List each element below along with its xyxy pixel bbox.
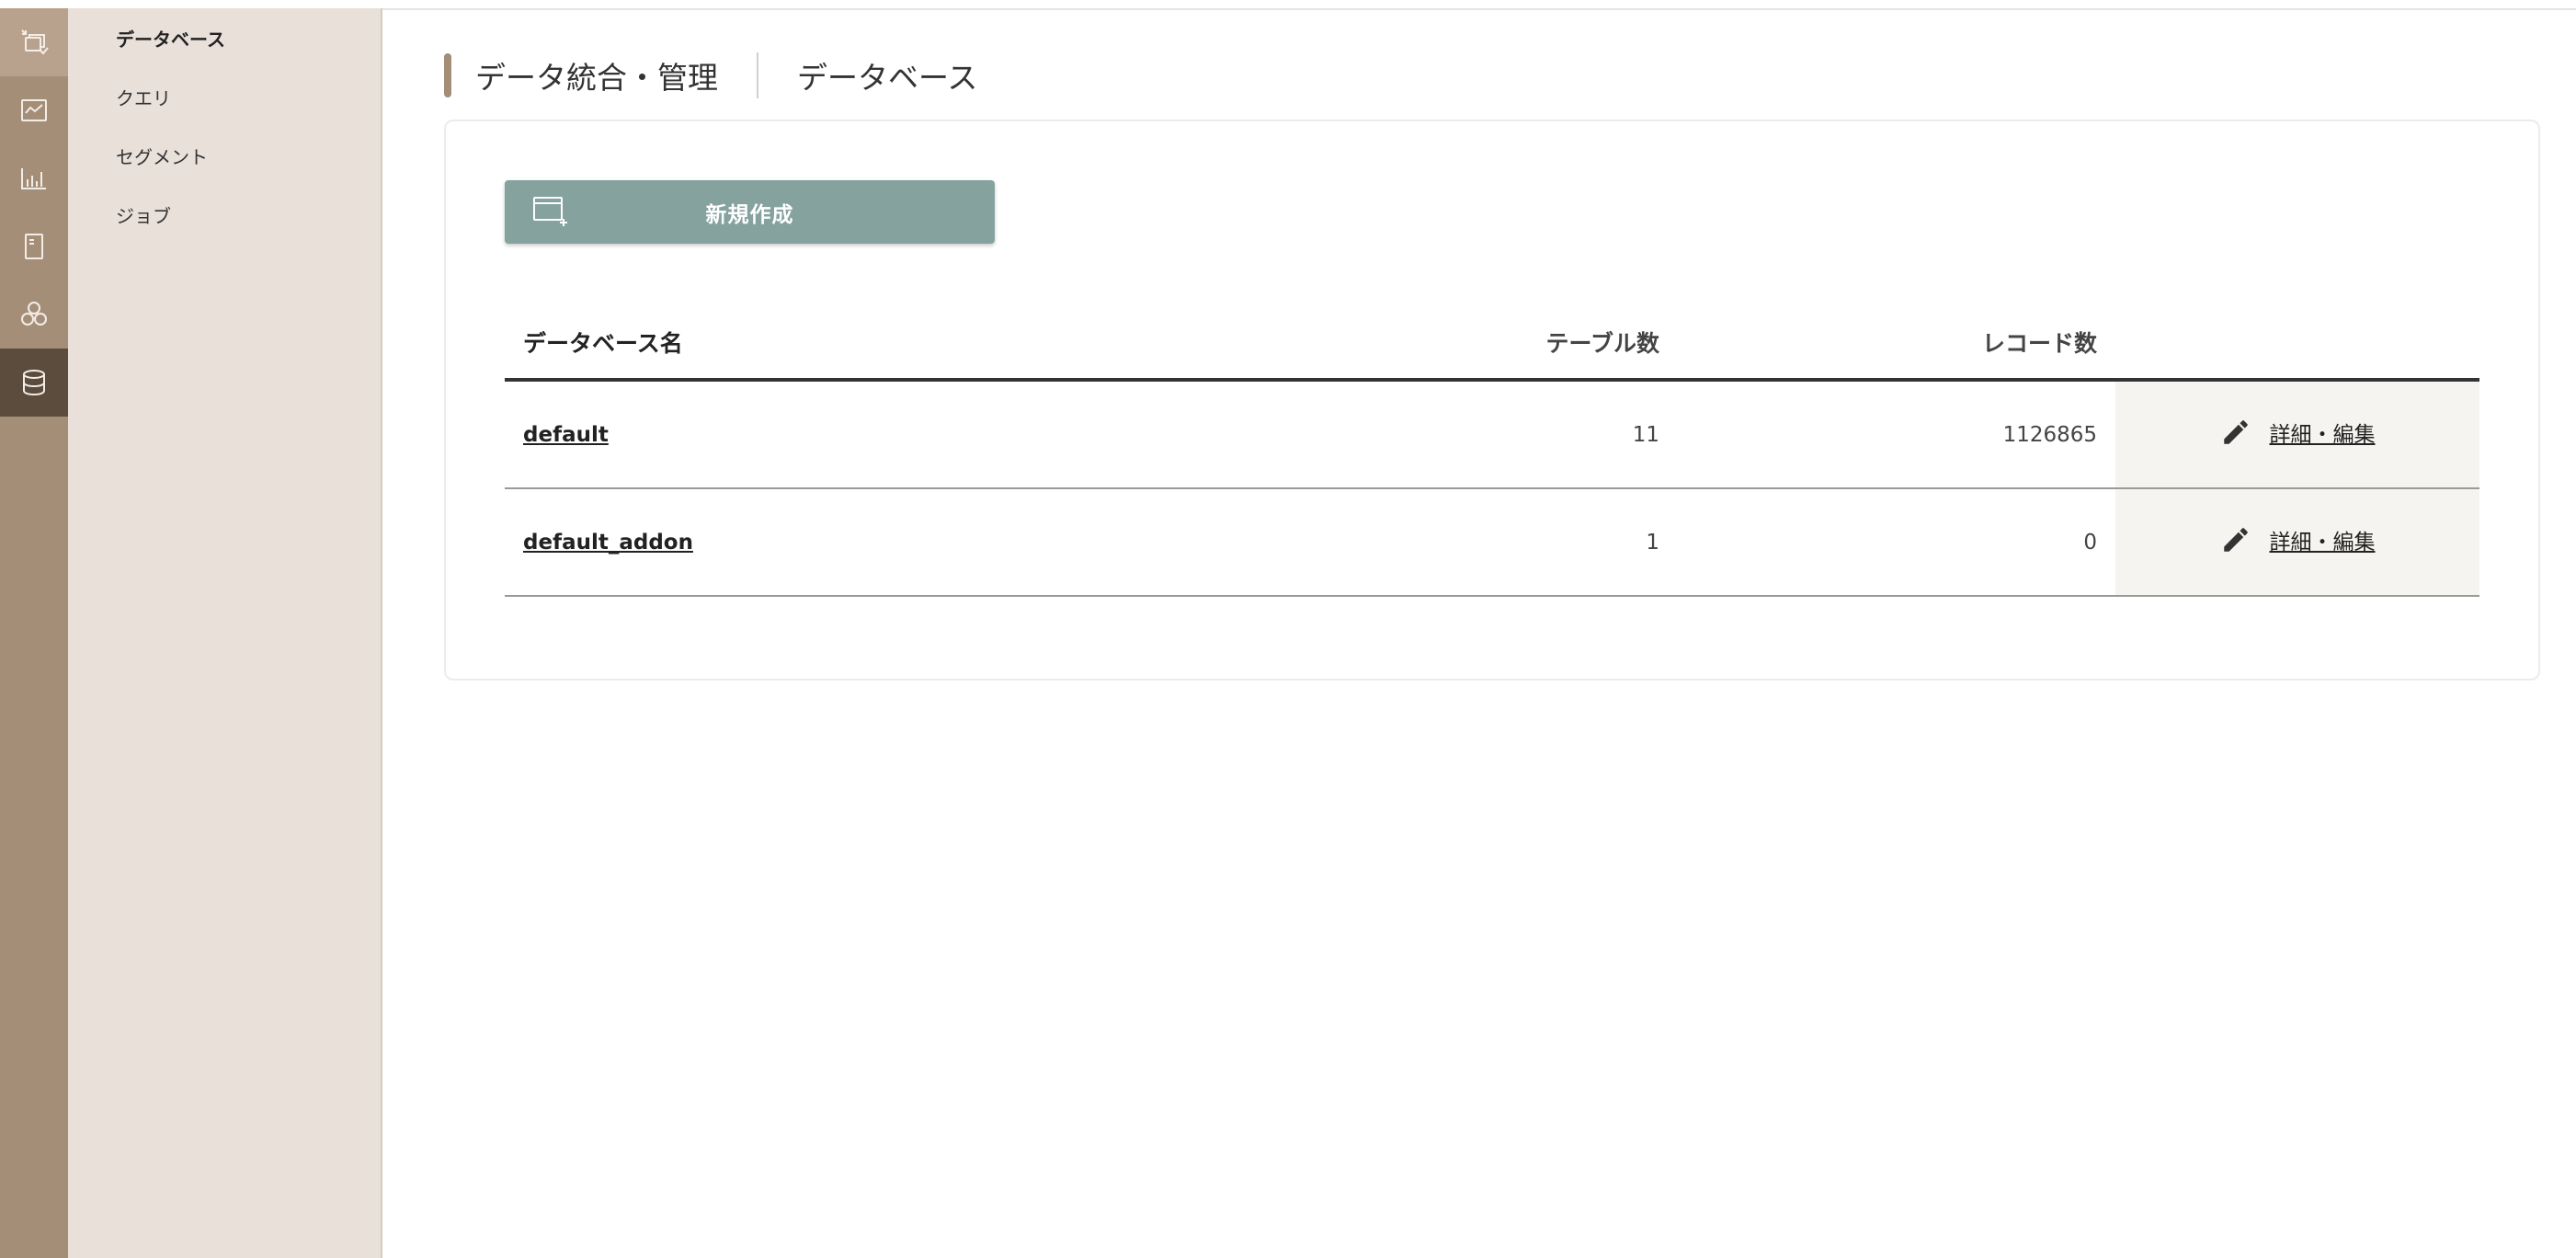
rail-item-analytics[interactable]: [0, 144, 68, 212]
cell-record-count: 0: [1678, 488, 2115, 597]
new-window-icon: [533, 197, 567, 226]
document-icon: [25, 234, 43, 259]
cell-actions: 詳細・編集: [2115, 380, 2479, 489]
rail-item-reports[interactable]: [0, 212, 68, 280]
content-card: 新規作成 データベース名 テーブル数 レコード数 default 11 1126…: [444, 120, 2540, 680]
icon-rail: [0, 8, 68, 1258]
subnav-item-query[interactable]: クエリ: [116, 84, 171, 110]
col-header-name[interactable]: データベース名: [505, 305, 1240, 382]
cell-name: default_addon: [505, 488, 1240, 597]
database-link[interactable]: default: [523, 423, 609, 447]
cell-actions: 詳細・編集: [2115, 488, 2479, 597]
pencil-icon: [2223, 419, 2248, 444]
new-create-label: 新規作成: [705, 202, 794, 227]
detail-edit-link[interactable]: 詳細・編集: [2270, 417, 2376, 448]
table-header-row: データベース名 テーブル数 レコード数: [505, 305, 2479, 382]
database-icon: [23, 370, 45, 396]
line-chart-icon: [21, 99, 47, 121]
import-icon: [21, 29, 49, 55]
new-create-button[interactable]: 新規作成: [505, 180, 995, 244]
page-title: データ統合・管理: [475, 60, 718, 96]
page-header: データ統合・管理 データベース: [444, 52, 977, 98]
edit-action[interactable]: 詳細・編集: [2220, 524, 2376, 555]
subnav-item-database[interactable]: データベース: [116, 25, 225, 51]
table-row: default_addon 1 0 詳細・編集: [505, 488, 2479, 597]
header-divider: [757, 52, 758, 98]
header-accent-bar: [444, 53, 451, 97]
detail-edit-link[interactable]: 詳細・編集: [2270, 524, 2376, 555]
rail-item-segments[interactable]: [0, 280, 68, 349]
cell-record-count: 1126865: [1678, 380, 2115, 489]
rail-item-dashboard[interactable]: [0, 76, 68, 144]
cell-name: default: [505, 380, 1240, 489]
subnav-item-job[interactable]: ジョブ: [116, 201, 171, 228]
col-header-tables[interactable]: テーブル数: [1240, 305, 1678, 382]
pencil-icon: [2223, 527, 2248, 552]
col-header-actions: [2115, 305, 2479, 382]
subnav-item-segment[interactable]: セグメント: [116, 143, 208, 169]
segment-icon: [21, 302, 47, 326]
edit-action[interactable]: 詳細・編集: [2220, 417, 2376, 448]
database-link[interactable]: default_addon: [523, 531, 693, 555]
database-table: データベース名 テーブル数 レコード数 default 11 1126865 詳…: [505, 305, 2479, 597]
rail-item-database[interactable]: [0, 349, 68, 417]
rail-item-import[interactable]: [0, 8, 68, 76]
top-border: [0, 0, 2576, 10]
sub-sidebar: データベース クエリ セグメント ジョブ: [68, 8, 382, 1258]
page-subtitle: データベース: [797, 60, 978, 96]
col-header-records[interactable]: レコード数: [1678, 305, 2115, 382]
cell-table-count: 1: [1240, 488, 1678, 597]
cell-table-count: 11: [1240, 380, 1678, 489]
bar-chart-icon: [21, 168, 46, 189]
table-row: default 11 1126865 詳細・編集: [505, 380, 2479, 489]
